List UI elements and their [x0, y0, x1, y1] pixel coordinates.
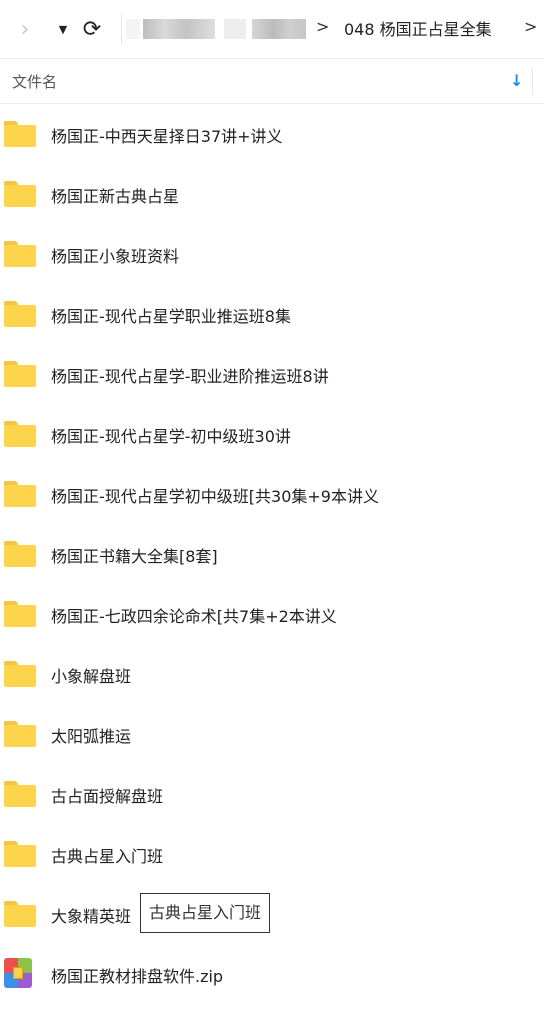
folder-icon — [4, 181, 36, 207]
file-row[interactable]: 杨国正-现代占星学-职业进阶推运班8讲 — [0, 344, 544, 404]
file-name: 古占面授解盘班 — [51, 787, 164, 806]
file-name: 杨国正小象班资料 — [51, 247, 180, 266]
blurred-breadcrumb-segment — [126, 19, 140, 39]
file-list-header: 文件名 ↓ — [0, 58, 544, 104]
folder-icon — [4, 901, 36, 927]
folder-icon — [4, 241, 36, 267]
file-name: 小象解盘班 — [51, 667, 132, 686]
breadcrumb-separator: > — [316, 17, 330, 36]
blurred-breadcrumb-segment — [143, 19, 215, 39]
toolbar: › ▼ ⟳ > 048 杨国正占星全集 > — [0, 0, 544, 58]
file-row[interactable]: 杨国正-七政四余论命术[共7集+2本讲义 — [0, 584, 544, 644]
file-row[interactable]: 杨国正-现代占星学初中级班[共30集+9本讲义 — [0, 464, 544, 524]
refresh-button[interactable]: ⟳ — [80, 14, 104, 44]
zip-archive-icon — [4, 958, 36, 988]
file-name: 杨国正-现代占星学-职业进阶推运班8讲 — [51, 367, 329, 386]
folder-icon — [4, 121, 36, 147]
file-row[interactable]: 杨国正小象班资料 — [0, 224, 544, 284]
file-row[interactable]: 古典占星入门班 — [0, 824, 544, 884]
filename-tooltip: 古典占星入门班 — [140, 893, 271, 933]
folder-icon — [4, 361, 36, 387]
blurred-breadcrumb-segment — [224, 19, 246, 39]
breadcrumb-trailing-separator[interactable]: > — [524, 17, 537, 36]
breadcrumb-current-folder[interactable]: 048 杨国正占星全集 — [344, 16, 492, 40]
folder-icon — [4, 541, 36, 567]
file-name: 杨国正-中西天星择日37讲+讲义 — [51, 127, 283, 146]
file-name: 大象精英班 — [51, 907, 132, 926]
file-row[interactable]: 杨国正-中西天星择日37讲+讲义 — [0, 104, 544, 164]
file-row[interactable]: 杨国正教材排盘软件.zip — [0, 944, 544, 1004]
folder-icon — [4, 601, 36, 627]
blurred-breadcrumb-segment — [252, 19, 306, 39]
toolbar-divider — [121, 14, 122, 44]
file-name: 杨国正-七政四余论命术[共7集+2本讲义 — [51, 607, 337, 626]
folder-icon — [4, 301, 36, 327]
file-name: 杨国正教材排盘软件.zip — [51, 967, 224, 986]
name-column-header[interactable]: 文件名 — [12, 71, 57, 92]
file-row[interactable]: 杨国正书籍大全集[8套] — [0, 524, 544, 584]
folder-icon — [4, 661, 36, 687]
caret-down-icon: ▼ — [58, 22, 68, 36]
refresh-icon: ⟳ — [82, 16, 102, 42]
history-dropdown-button[interactable]: ▼ — [56, 14, 70, 44]
back-button[interactable]: › — [14, 14, 36, 44]
file-name: 太阳弧推运 — [51, 727, 132, 746]
file-row[interactable]: 小象解盘班 — [0, 644, 544, 704]
file-row[interactable]: 杨国正新古典占星 — [0, 164, 544, 224]
file-name: 杨国正新古典占星 — [51, 187, 180, 206]
folder-icon — [4, 481, 36, 507]
chevron-right-icon: › — [20, 16, 30, 42]
file-row[interactable]: 杨国正-现代占星学职业推运班8集 — [0, 284, 544, 344]
sort-down-arrow-icon[interactable]: ↓ — [510, 71, 523, 90]
file-name: 杨国正-现代占星学-初中级班30讲 — [51, 427, 291, 446]
folder-icon — [4, 841, 36, 867]
folder-icon — [4, 781, 36, 807]
file-row[interactable]: 太阳弧推运 — [0, 704, 544, 764]
header-divider — [532, 69, 533, 95]
file-row[interactable]: 杨国正-现代占星学-初中级班30讲 — [0, 404, 544, 464]
file-name: 杨国正-现代占星学初中级班[共30集+9本讲义 — [51, 487, 379, 506]
file-row[interactable]: 大象精英班 — [0, 884, 544, 944]
folder-icon — [4, 721, 36, 747]
file-name: 古典占星入门班 — [51, 847, 164, 866]
file-name: 杨国正-现代占星学职业推运班8集 — [51, 307, 291, 326]
file-row[interactable]: 古占面授解盘班 — [0, 764, 544, 824]
file-name: 杨国正书籍大全集[8套] — [51, 547, 218, 566]
folder-icon — [4, 421, 36, 447]
